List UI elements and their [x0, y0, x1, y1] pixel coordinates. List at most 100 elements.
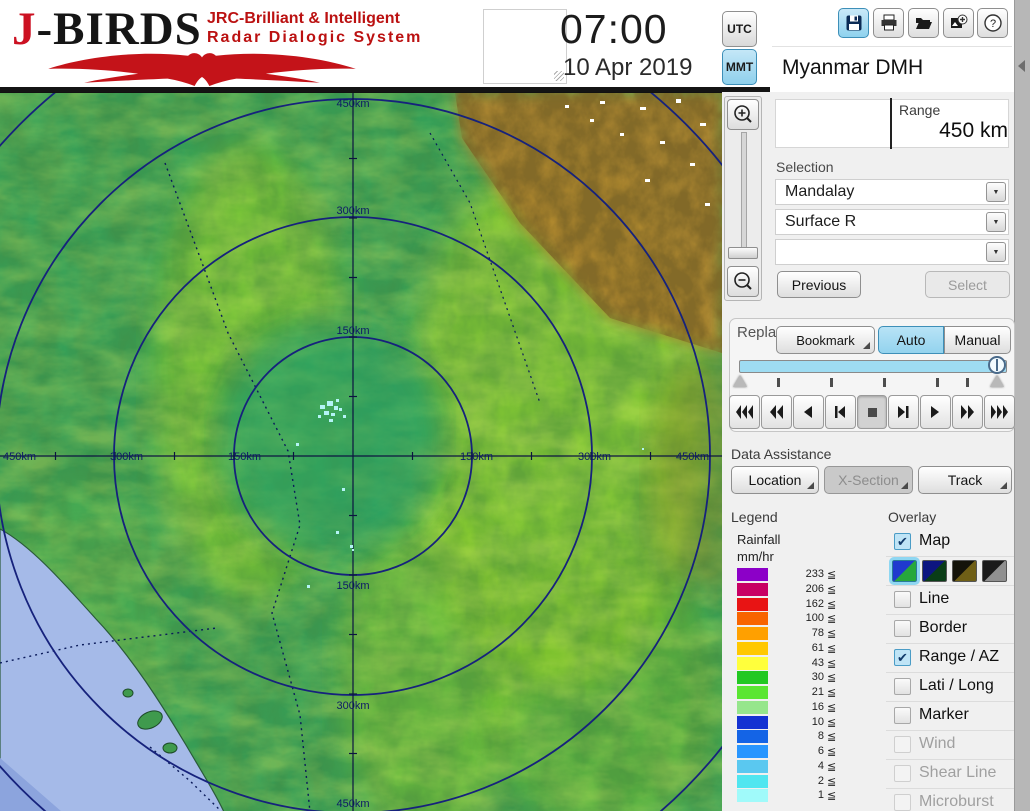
mmt-button[interactable]: MMT — [722, 49, 757, 85]
legend-value: 100 — [805, 612, 824, 625]
legend-color-swatch — [737, 789, 768, 803]
overlay-item-lati-long[interactable]: Lati / Long — [886, 673, 1014, 702]
elevation-dropdown[interactable]: ▼ — [775, 239, 1009, 265]
fast-forward-button[interactable] — [952, 395, 984, 429]
overlay-item-wind[interactable]: Wind — [886, 731, 1014, 760]
overlay-item-label: Range / AZ — [919, 648, 1000, 665]
legend-operator: ≦ — [827, 687, 837, 699]
legend-operator: ≦ — [827, 657, 837, 670]
timeline-tick — [777, 378, 780, 387]
legend-operator: ≦ — [827, 790, 837, 803]
range-ring-label: 450km — [336, 98, 369, 110]
range-ring-label: 150km — [336, 325, 369, 337]
elevation-dropdown-arrow[interactable]: ▼ — [986, 242, 1006, 262]
legend-row: 61 ≦ — [737, 641, 847, 656]
legend-row: 206 ≦ — [737, 582, 847, 597]
step-backward-button[interactable] — [824, 395, 856, 429]
print-button[interactable] — [873, 8, 904, 38]
timeline-start-marker[interactable] — [733, 375, 747, 387]
legend-row: 43 ≦ — [737, 656, 847, 671]
product-dropdown[interactable]: Surface R ▼ — [775, 209, 1009, 235]
select-button[interactable]: Select — [925, 271, 1010, 298]
legend-row: 78 ≦ — [737, 627, 847, 641]
legend-operator: ≦ — [827, 672, 837, 685]
overlay-item-map[interactable]: ✔ Map — [886, 528, 1014, 557]
logo-letter-j: J — [12, 3, 37, 55]
legend-row: 6 ≦ — [737, 745, 847, 759]
legend-value: 4 — [817, 759, 824, 772]
zoom-slider-handle[interactable] — [728, 247, 758, 259]
legend-value: 162 — [805, 597, 824, 610]
x-section-button[interactable]: X-Section — [824, 466, 913, 494]
fastest-forward-button[interactable] — [984, 395, 1016, 429]
step-forward-button[interactable] — [888, 395, 920, 429]
overlay-item-border[interactable]: Border — [886, 615, 1014, 644]
product-dropdown-arrow[interactable]: ▼ — [986, 212, 1006, 232]
zoom-slider-track[interactable] — [741, 132, 747, 252]
radar-echo — [324, 411, 329, 415]
unchecked-checkbox-icon — [894, 794, 911, 811]
unchecked-checkbox-icon[interactable] — [894, 707, 911, 724]
track-button[interactable]: Track — [918, 466, 1012, 494]
site-dropdown[interactable]: Mandalay ▼ — [775, 179, 1009, 205]
open-folder-icon — [915, 18, 932, 29]
legend-color-swatch — [737, 656, 768, 670]
bookmark-button[interactable]: Bookmark — [776, 326, 875, 354]
site-dropdown-arrow[interactable]: ▼ — [986, 182, 1006, 202]
legend-operator: ≦ — [827, 731, 837, 744]
help-button[interactable]: ? — [977, 8, 1008, 38]
stop-button[interactable] — [856, 395, 888, 429]
zoom-out-button[interactable] — [727, 266, 759, 297]
unchecked-checkbox-icon[interactable] — [894, 591, 911, 608]
radar-echo — [334, 406, 338, 410]
rewind-button[interactable] — [760, 395, 792, 429]
map-style-swatch-1[interactable] — [889, 557, 920, 585]
manual-button[interactable]: Manual — [944, 326, 1011, 354]
overlay-item-microburst[interactable]: Microburst — [886, 789, 1014, 811]
replay-timeline-slider[interactable] — [739, 360, 1007, 373]
zoom-in-button[interactable] — [727, 99, 759, 130]
legend-color-swatch — [737, 627, 768, 640]
clock-display-box[interactable] — [483, 9, 567, 84]
play-backward-button[interactable] — [792, 395, 824, 429]
legend-color-swatch — [737, 774, 768, 788]
timeline-slider-handle[interactable] — [988, 356, 1006, 374]
unchecked-checkbox-icon[interactable] — [894, 678, 911, 695]
auto-button[interactable]: Auto — [878, 326, 944, 354]
step-backward-icon — [834, 406, 845, 418]
overlay-item-label: Line — [919, 590, 950, 607]
open-folder-button[interactable] — [908, 8, 939, 38]
map-style-swatch-2[interactable] — [922, 560, 947, 582]
save-button[interactable] — [838, 8, 869, 38]
range-value: 450 km — [939, 119, 1008, 142]
overlay-item-range-az[interactable]: ✔ Range / AZ — [886, 644, 1014, 673]
legend-color-swatch — [737, 715, 768, 729]
bookmark-button-label: Bookmark — [796, 332, 855, 348]
previous-button[interactable]: Previous — [777, 271, 861, 298]
range-ring-label: 300km — [336, 205, 369, 217]
checked-checkbox-icon[interactable]: ✔ — [894, 649, 911, 666]
legend-operator: ≦ — [827, 613, 837, 626]
range-label: Range — [899, 102, 941, 118]
overlay-item-marker[interactable]: Marker — [886, 702, 1014, 731]
overlay-item-shear-line[interactable]: Shear Line — [886, 760, 1014, 789]
location-button[interactable]: Location — [731, 466, 819, 494]
playback-controls — [729, 395, 1016, 429]
radar-map-display[interactable]: 450km 300km 150km 150km 300km 450km 450km 300km… — [0, 0, 824, 811]
legend-row: 162 ≦ — [737, 597, 847, 612]
add-image-button[interactable] — [943, 8, 974, 38]
checked-checkbox-icon[interactable]: ✔ — [894, 533, 911, 550]
panel-collapse-strip[interactable] — [1014, 0, 1030, 811]
utc-button[interactable]: UTC — [722, 11, 757, 47]
eagle-logo-icon — [48, 53, 356, 86]
fast-rewind-button[interactable] — [729, 395, 760, 429]
timeline-end-marker[interactable] — [990, 375, 1004, 387]
unchecked-checkbox-icon[interactable] — [894, 620, 911, 637]
map-style-swatch-3[interactable] — [952, 560, 977, 582]
map-style-swatch-4[interactable] — [982, 560, 1007, 582]
play-forward-button[interactable] — [920, 395, 952, 429]
overlay-item-line[interactable]: Line — [886, 586, 1014, 615]
legend-row: 10 ≦ — [737, 715, 847, 730]
range-ring-label: 300km — [110, 451, 143, 463]
chevron-down-icon: ▼ — [992, 218, 1000, 226]
